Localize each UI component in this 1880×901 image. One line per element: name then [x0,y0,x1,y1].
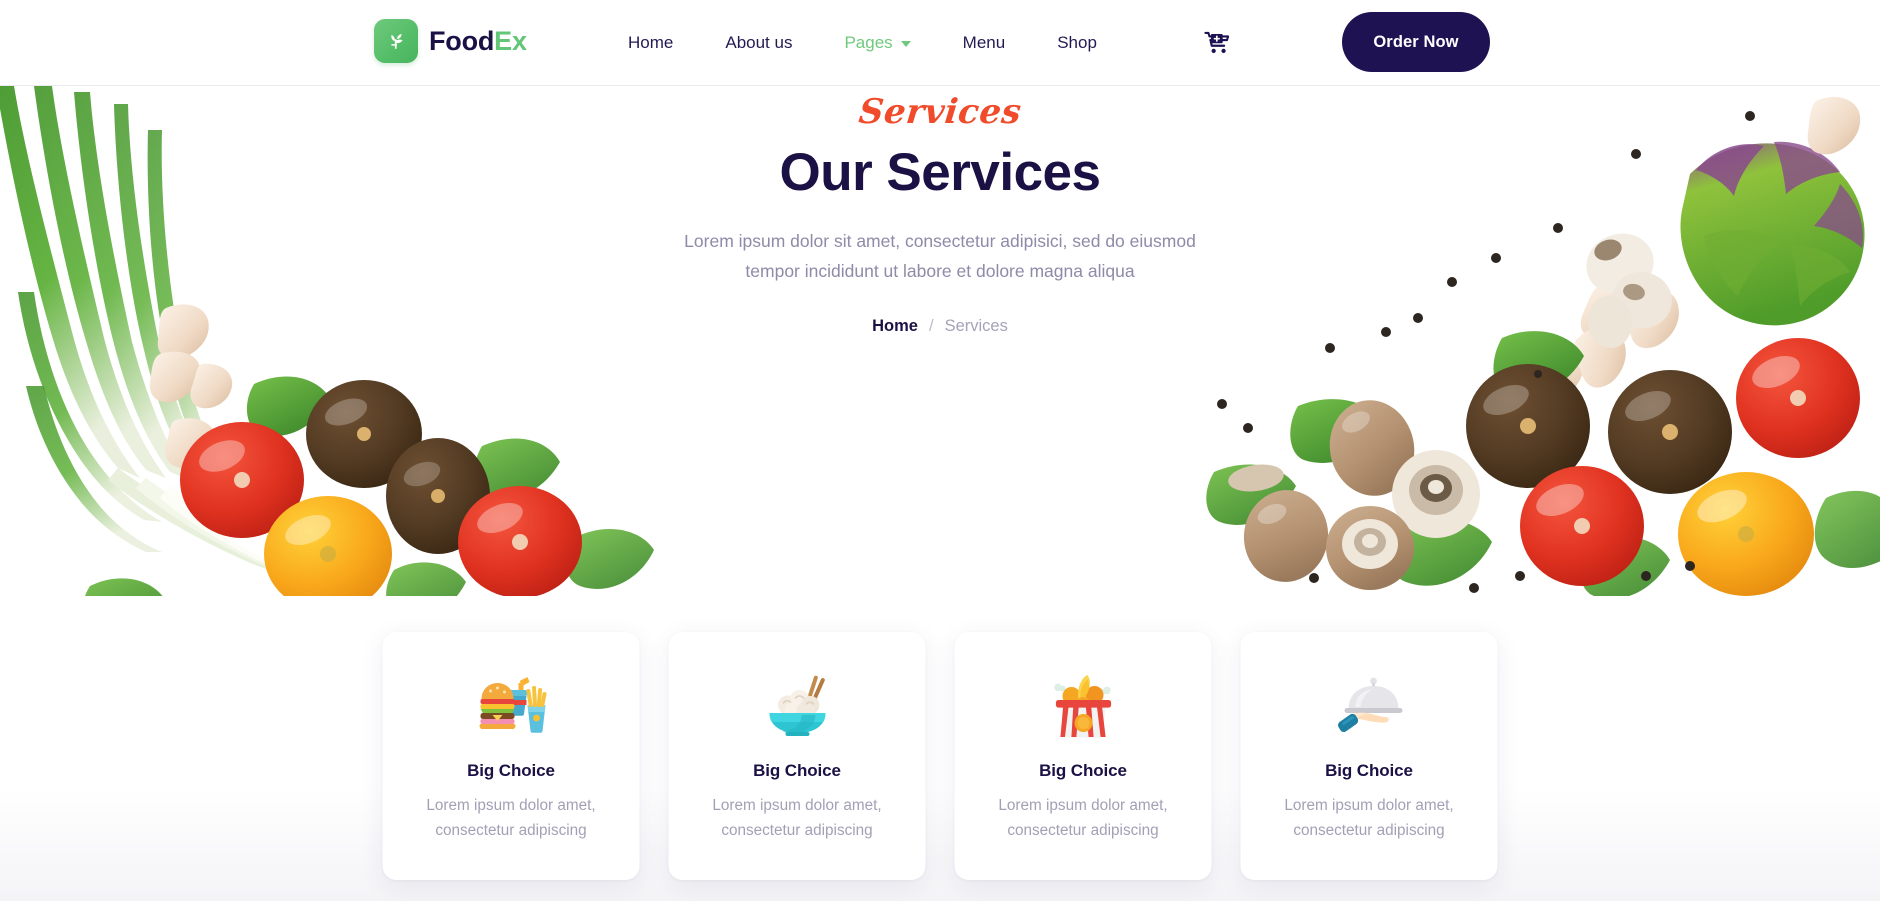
service-card-description: Lorem ipsum dolor amet, consectetur adip… [426,794,595,844]
burger-fries-drink-icon [472,666,550,744]
nav-label: About us [725,33,793,52]
service-card-desc-line1: Lorem ipsum dolor amet, [1284,797,1454,814]
main-navigation: Home About us Pages Menu Shop [628,0,1149,86]
breadcrumb-home-link[interactable]: Home [872,317,918,336]
site-header: FoodEx Home About us Pages Menu Shop Ord… [0,0,1880,86]
service-card-desc-line1: Lorem ipsum dolor amet, [712,797,882,814]
nav-label: Pages [844,33,893,52]
hand-serving-cloche-icon [1330,666,1408,744]
breadcrumb-current: Services [944,316,1008,335]
breadcrumb: Home / Services [0,317,1880,336]
hero-content: Services Our Services Lorem ipsum dolor … [0,86,1880,336]
service-card[interactable]: Big Choice Lorem ipsum dolor amet, conse… [1240,632,1498,880]
shopping-cart-plus-icon[interactable] [1200,28,1234,58]
hero-subtitle-line1: Lorem ipsum dolor sit amet, consectetur … [684,230,1196,251]
page-title: Our Services [779,142,1101,202]
service-card-desc-line2: consectetur adipiscing [721,821,873,839]
brand-logo[interactable]: FoodEx [374,19,527,63]
service-card-title: Big Choice [753,761,841,780]
nav-item-home[interactable]: Home [628,33,673,53]
hero-subtitle: Lorem ipsum dolor sit amet, consectetur … [660,226,1220,287]
service-card[interactable]: Big Choice Lorem ipsum dolor amet, conse… [954,632,1212,880]
nav-label: Menu [962,33,1006,52]
service-card[interactable]: Big Choice Lorem ipsum dolor amet, conse… [382,632,640,880]
nav-item-pages[interactable]: Pages [844,33,911,53]
noodle-bowl-chopsticks-icon [758,666,836,744]
service-card-title: Big Choice [1039,761,1127,780]
chevron-down-icon [900,41,911,47]
nav-item-shop[interactable]: Shop [1057,33,1097,53]
service-card-desc-line2: consectetur adipiscing [435,821,587,839]
order-now-button[interactable]: Order Now [1342,12,1490,72]
service-card-description: Lorem ipsum dolor amet, consectetur adip… [998,794,1167,844]
service-card-desc-line1: Lorem ipsum dolor amet, [998,797,1168,814]
service-card-title: Big Choice [1325,761,1413,780]
service-card-desc-line1: Lorem ipsum dolor amet, [426,797,596,814]
service-card-description: Lorem ipsum dolor amet, consectetur adip… [1284,794,1453,844]
nav-item-menu[interactable]: Menu [963,33,1006,53]
hero-eyebrow: Services [856,92,1024,132]
hero-subtitle-line2: tempor incididunt ut labore et dolore ma… [745,261,1135,282]
fried-chicken-bucket-icon [1044,666,1122,744]
nav-label: Home [628,33,674,52]
services-card-grid: Big Choice Lorem ipsum dolor amet, conse… [382,632,1498,880]
service-card-desc-line2: consectetur adipiscing [1293,821,1445,839]
brand-name-part1: Food [429,25,495,56]
services-section: Big Choice Lorem ipsum dolor amet, conse… [0,600,1880,901]
service-card-description: Lorem ipsum dolor amet, consectetur adip… [712,794,881,844]
nav-item-about-us[interactable]: About us [725,33,792,53]
service-card-title: Big Choice [467,761,555,780]
page-root: FoodEx Home About us Pages Menu Shop Ord… [0,0,1880,901]
brand-name-part2: Ex [494,25,527,56]
service-card[interactable]: Big Choice Lorem ipsum dolor amet, conse… [668,632,926,880]
sprout-leaf-icon [374,19,418,63]
nav-label: Shop [1057,33,1097,52]
hero-section: Services Our Services Lorem ipsum dolor … [0,86,1880,626]
breadcrumb-separator: / [928,316,934,335]
brand-wordmark: FoodEx [429,25,527,56]
service-card-desc-line2: consectetur adipiscing [1007,821,1159,839]
